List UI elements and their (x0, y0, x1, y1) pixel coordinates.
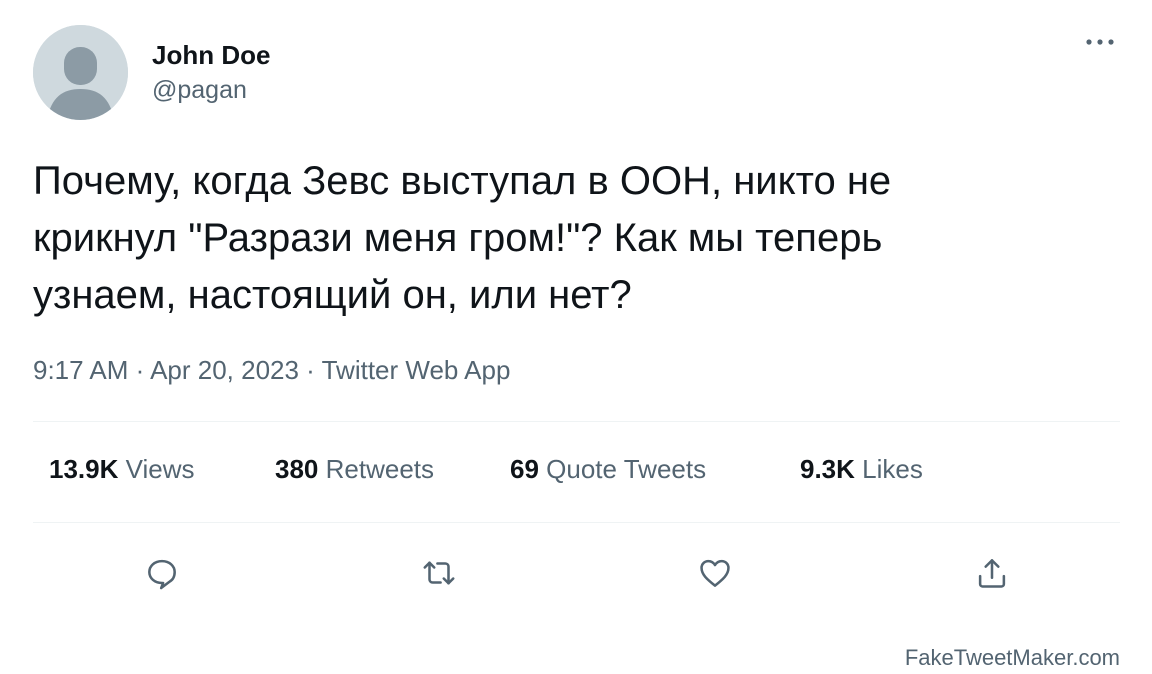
quotes-count: 69 (510, 454, 539, 484)
likes-count: 9.3K (800, 454, 855, 484)
reply-button[interactable] (137, 548, 187, 598)
stat-retweets[interactable]: 380 Retweets (275, 454, 434, 485)
views-count: 13.9K (49, 454, 119, 484)
stat-views[interactable]: 13.9K Views (49, 454, 195, 485)
tweet-card: John Doe @pagan Почему, когда Зевс высту… (0, 0, 1152, 674)
like-icon (700, 559, 730, 587)
more-options-button[interactable] (1080, 30, 1120, 54)
reply-icon (148, 559, 176, 590)
retweets-count: 380 (275, 454, 319, 484)
divider (33, 421, 1120, 422)
author-handle[interactable]: @pagan (152, 76, 247, 105)
tweet-meta[interactable]: 9:17 AM · Apr 20, 2023 · Twitter Web App (33, 355, 510, 386)
watermark: FakeTweetMaker.com (904, 645, 1120, 670)
avatar[interactable] (33, 25, 128, 120)
retweets-label: Retweets (325, 454, 435, 484)
likes-label: Likes (862, 454, 923, 484)
like-button[interactable] (690, 548, 740, 598)
views-label: Views (125, 454, 195, 484)
stat-quote-tweets[interactable]: 69 Quote Tweets (510, 454, 706, 485)
share-icon (978, 559, 1006, 588)
tweet-text: Почему, когда Зевс выступал в ООН, никто… (33, 159, 892, 317)
quotes-label: Quote Tweets (546, 454, 707, 484)
retweet-button[interactable] (414, 548, 464, 598)
divider (33, 522, 1120, 523)
default-profile-icon (33, 25, 128, 120)
stat-likes[interactable]: 9.3K Likes (800, 454, 923, 485)
retweet-icon (423, 561, 455, 585)
author-name[interactable]: John Doe (152, 40, 270, 71)
more-icon (1086, 39, 1114, 45)
share-button[interactable] (967, 548, 1017, 598)
